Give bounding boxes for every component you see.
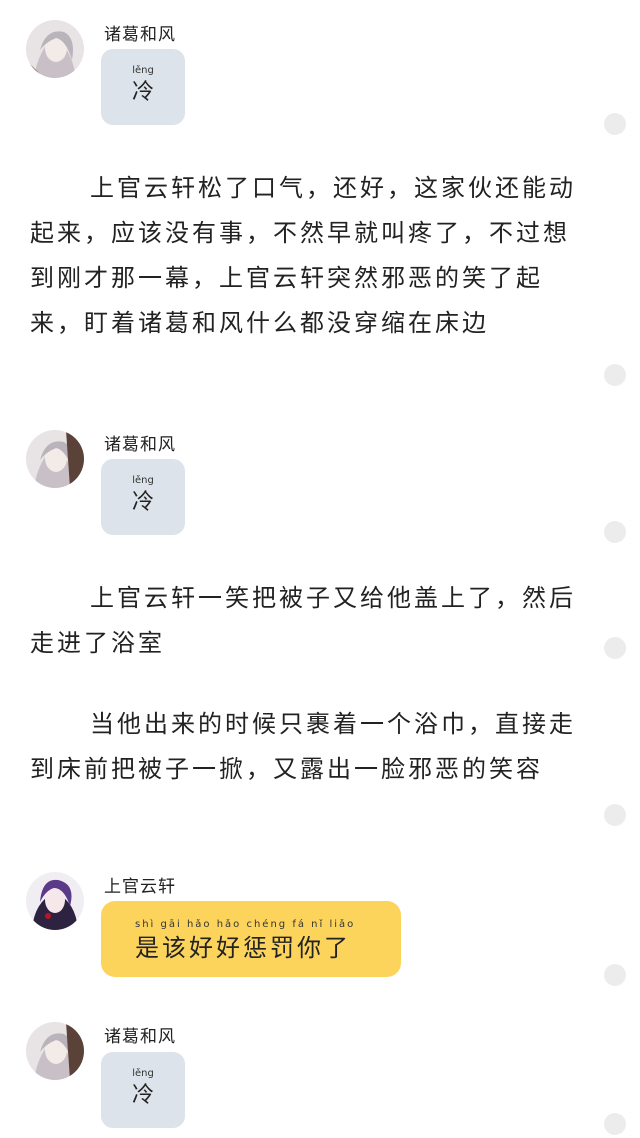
message-bubble[interactable]: lěng 冷 bbox=[101, 459, 185, 535]
read-dot bbox=[604, 804, 626, 826]
read-dot bbox=[604, 113, 626, 135]
message-text: 冷 bbox=[131, 490, 154, 515]
narration: 上官云轩松了口气，还好，这家伙还能动起来，应该没有事，不然早就叫疼了，不过想到刚… bbox=[30, 174, 576, 337]
sender-name: 诸葛和风 bbox=[104, 435, 176, 455]
read-dot bbox=[604, 637, 626, 659]
read-dot bbox=[604, 364, 626, 386]
sender-name: 上官云轩 bbox=[104, 877, 176, 897]
avatar-zhuge[interactable] bbox=[26, 1022, 84, 1080]
avatar-zhuge[interactable] bbox=[26, 20, 84, 78]
avatar-shangguan[interactable] bbox=[26, 872, 84, 930]
read-dot bbox=[604, 521, 626, 543]
sender-name: 诸葛和风 bbox=[104, 25, 176, 45]
read-dot bbox=[604, 964, 626, 986]
message-text: 是该好好惩罚你了 bbox=[135, 934, 351, 962]
narration: 当他出来的时候只裹着一个浴巾，直接走到床前把被子一掀，又露出一脸邪恶的笑容 bbox=[30, 710, 576, 783]
message-text: 冷 bbox=[131, 1083, 154, 1108]
read-dot bbox=[604, 1113, 626, 1135]
message-bubble[interactable]: shì gāi hǎo hǎo chéng fá nǐ liǎo 是该好好惩罚你… bbox=[101, 901, 401, 977]
message-bubble[interactable]: lěng 冷 bbox=[101, 49, 185, 125]
sender-name: 诸葛和风 bbox=[104, 1027, 176, 1047]
message-bubble[interactable]: lěng 冷 bbox=[101, 1052, 185, 1128]
avatar-zhuge[interactable] bbox=[26, 430, 84, 488]
narration: 上官云轩一笑把被子又给他盖上了，然后走进了浴室 bbox=[30, 584, 576, 657]
message-text: 冷 bbox=[131, 80, 154, 105]
